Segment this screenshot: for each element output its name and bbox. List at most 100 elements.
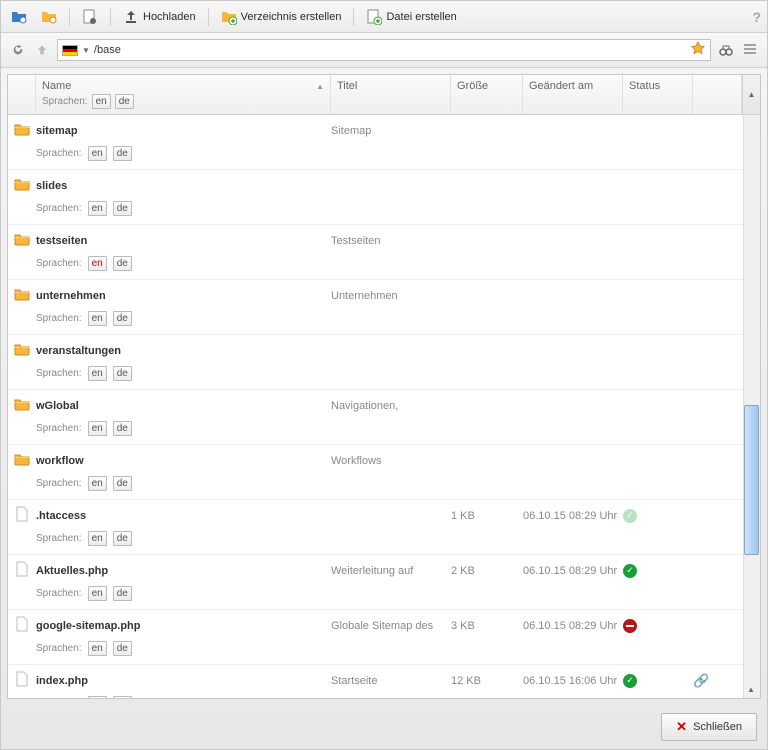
lang-en-button[interactable]: en — [88, 421, 107, 436]
path-input[interactable] — [94, 44, 686, 56]
lang-de-button[interactable]: de — [113, 531, 132, 546]
lang-de-button[interactable]: de — [113, 696, 132, 698]
path-field[interactable]: ▼ — [57, 39, 711, 61]
sprachen-filter: Sprachen: en de — [42, 94, 324, 109]
scrollbar[interactable]: ▲ — [743, 115, 760, 698]
col-name[interactable]: Name ▲ Sprachen: en de — [36, 75, 331, 114]
table-row[interactable]: google-sitemap.phpGlobale Sitemap des3 K… — [8, 610, 760, 665]
scroll-up-button[interactable]: ▲ — [742, 75, 760, 114]
favorite-star-icon[interactable] — [690, 41, 706, 60]
sprachen-label: Sprachen: — [36, 533, 82, 544]
create-directory-button[interactable]: Verzeichnis erstellen — [217, 6, 346, 28]
table-row[interactable]: wGlobalNavigationen,Sprachen:ende — [8, 390, 760, 445]
lang-de-button[interactable]: de — [113, 146, 132, 161]
table-header: Name ▲ Sprachen: en de Titel Größe Geänd… — [8, 75, 760, 115]
col-modified[interactable]: Geändert am — [523, 75, 623, 114]
flag-de-icon — [62, 45, 78, 56]
file-icon — [14, 616, 30, 635]
folder-browse-button[interactable] — [7, 6, 31, 28]
up-directory-button[interactable] — [33, 41, 51, 59]
upload-icon — [123, 9, 139, 25]
create-file-button[interactable]: Datei erstellen — [362, 6, 460, 28]
table-row[interactable]: sitemapSitemapSprachen:ende — [8, 115, 760, 170]
folder-gear-yellow-icon — [41, 9, 57, 25]
col-icon[interactable] — [8, 75, 36, 114]
folder-icon — [14, 451, 30, 470]
status-ok-icon: ✓ — [623, 674, 637, 688]
lang-en-button[interactable]: en — [88, 696, 107, 698]
lang-de-button[interactable]: de — [113, 201, 132, 216]
lang-en-button[interactable]: en — [88, 476, 107, 491]
lang-en-header[interactable]: en — [92, 94, 111, 109]
file-settings-button[interactable] — [78, 6, 102, 28]
scroll-thumb[interactable] — [744, 405, 759, 555]
file-title: Testseiten — [331, 235, 451, 247]
lang-de-button[interactable]: de — [113, 476, 132, 491]
table-row[interactable]: slides Sprachen: ende — [8, 170, 760, 225]
separator — [208, 8, 209, 26]
binoculars-button[interactable] — [717, 41, 735, 59]
file-title: Startseite — [331, 675, 451, 687]
lang-de-button[interactable]: de — [113, 311, 132, 326]
file-name: veranstaltungen — [36, 345, 331, 357]
folder-icon — [14, 396, 30, 415]
file-size: 3 KB — [451, 620, 523, 632]
status-blocked-icon — [623, 619, 637, 633]
lang-en-button[interactable]: en — [88, 531, 107, 546]
lang-de-button[interactable]: de — [113, 366, 132, 381]
scroll-collapse-arrow[interactable]: ▲ — [747, 685, 755, 694]
table-row[interactable]: workflowWorkflowsSprachen:ende — [8, 445, 760, 500]
navigation-bar: ▼ — [1, 33, 767, 68]
row-languages: Sprachen: ende — [8, 421, 760, 444]
col-title[interactable]: Titel — [331, 75, 451, 114]
lang-de-button[interactable]: de — [113, 641, 132, 656]
col-status[interactable]: Status — [623, 75, 693, 114]
file-name: wGlobal — [36, 400, 331, 412]
lang-en-button[interactable]: en — [88, 256, 107, 271]
create-dir-label: Verzeichnis erstellen — [241, 11, 342, 23]
lang-en-button[interactable]: en — [88, 201, 107, 216]
folder-gear-blue-icon — [11, 9, 27, 25]
folder-icon — [14, 121, 30, 140]
lang-en-button[interactable]: en — [88, 311, 107, 326]
lang-en-button[interactable]: en — [88, 641, 107, 656]
close-button[interactable]: ✕ Schließen — [661, 713, 757, 741]
file-title: Weiterleitung auf — [331, 565, 451, 577]
language-dropdown-arrow[interactable]: ▼ — [82, 46, 90, 55]
main-toolbar: Hochladen Verzeichnis erstellen Datei er… — [1, 1, 767, 33]
folder-icon — [14, 231, 30, 250]
file-name: index.php — [36, 675, 331, 687]
table-row[interactable]: Aktuelles.phpWeiterleitung auf2 KB06.10.… — [8, 555, 760, 610]
sort-arrow-icon: ▲ — [316, 82, 324, 91]
table-row[interactable]: .htaccess1 KB06.10.15 08:29 Uhr✓Sprachen… — [8, 500, 760, 555]
row-languages: Sprachen:ende — [8, 641, 760, 664]
folder-plus-icon — [221, 9, 237, 25]
lang-de-button[interactable]: de — [113, 256, 132, 271]
table-row[interactable]: index.phpStartseite12 KB06.10.15 16:06 U… — [8, 665, 760, 698]
lang-en-button[interactable]: en — [88, 146, 107, 161]
refresh-button[interactable] — [9, 41, 27, 59]
file-title: Workflows — [331, 455, 451, 467]
table-row[interactable]: veranstaltungenSprachen:ende — [8, 335, 760, 390]
sprachen-label: Sprachen: — [36, 423, 82, 434]
help-button[interactable]: ? — [752, 9, 761, 25]
file-name: slides — [36, 180, 331, 192]
table-row[interactable]: unternehmenUnternehmenSprachen:ende — [8, 280, 760, 335]
link-icon[interactable]: 🔗 — [693, 673, 709, 689]
table-row[interactable]: testseitenTestseitenSprachen:ende — [8, 225, 760, 280]
lang-de-button[interactable]: de — [113, 421, 132, 436]
list-view-button[interactable] — [741, 41, 759, 59]
file-name: .htaccess — [36, 510, 331, 522]
upload-button[interactable]: Hochladen — [119, 6, 200, 28]
lang-de-header[interactable]: de — [115, 94, 134, 109]
sprachen-label: Sprachen: — [36, 203, 82, 214]
folder-icon — [14, 286, 30, 305]
folder-open-button[interactable] — [37, 6, 61, 28]
lang-en-button[interactable]: en — [88, 366, 107, 381]
status-ok-icon: ✓ — [623, 564, 637, 578]
lang-en-button[interactable]: en — [88, 586, 107, 601]
file-size: 2 KB — [451, 565, 523, 577]
col-size[interactable]: Größe — [451, 75, 523, 114]
lang-de-button[interactable]: de — [113, 586, 132, 601]
file-date: 06.10.15 08:29 Uhr — [523, 620, 623, 632]
